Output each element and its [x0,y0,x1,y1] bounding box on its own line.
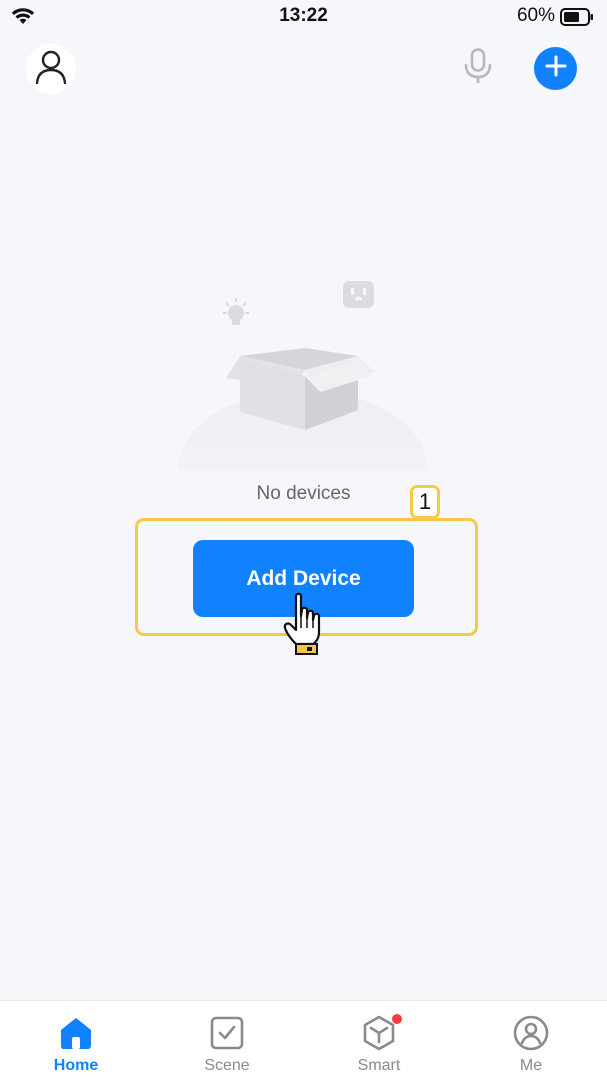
step-badge: 1 [410,485,440,519]
tab-label: Scene [204,1057,250,1074]
battery-icon [560,8,594,31]
status-time: 13:22 [279,5,328,26]
empty-state-message: No devices [256,483,351,504]
notification-dot [391,1013,403,1025]
microphone-icon [463,47,493,89]
tab-label: Smart [357,1057,401,1074]
plus-icon [545,55,567,82]
socket-icon [343,281,374,308]
empty-state-illustration [170,270,440,550]
tab-scene[interactable]: Scene [167,1001,287,1080]
hand-pointer-icon [282,592,324,661]
add-button[interactable] [534,47,577,90]
home-icon [58,1015,94,1051]
battery-percent: 60% [516,5,555,26]
voice-button[interactable] [458,47,498,89]
tab-bar: Home Scene Smart Me [0,1000,607,1080]
status-bar: 13:22 60% [0,0,607,34]
tab-me[interactable]: Me [471,1001,591,1080]
profile-button[interactable] [26,44,76,94]
lightbulb-icon [223,298,249,325]
tab-label: Me [519,1057,543,1074]
tab-home[interactable]: Home [16,1001,136,1080]
tab-smart[interactable]: Smart [319,1001,439,1080]
profile-circle-icon [513,1015,549,1051]
cube-icon [361,1013,403,1051]
person-icon [35,50,67,89]
tab-label: Home [53,1057,99,1074]
checkbox-icon [210,1015,244,1051]
